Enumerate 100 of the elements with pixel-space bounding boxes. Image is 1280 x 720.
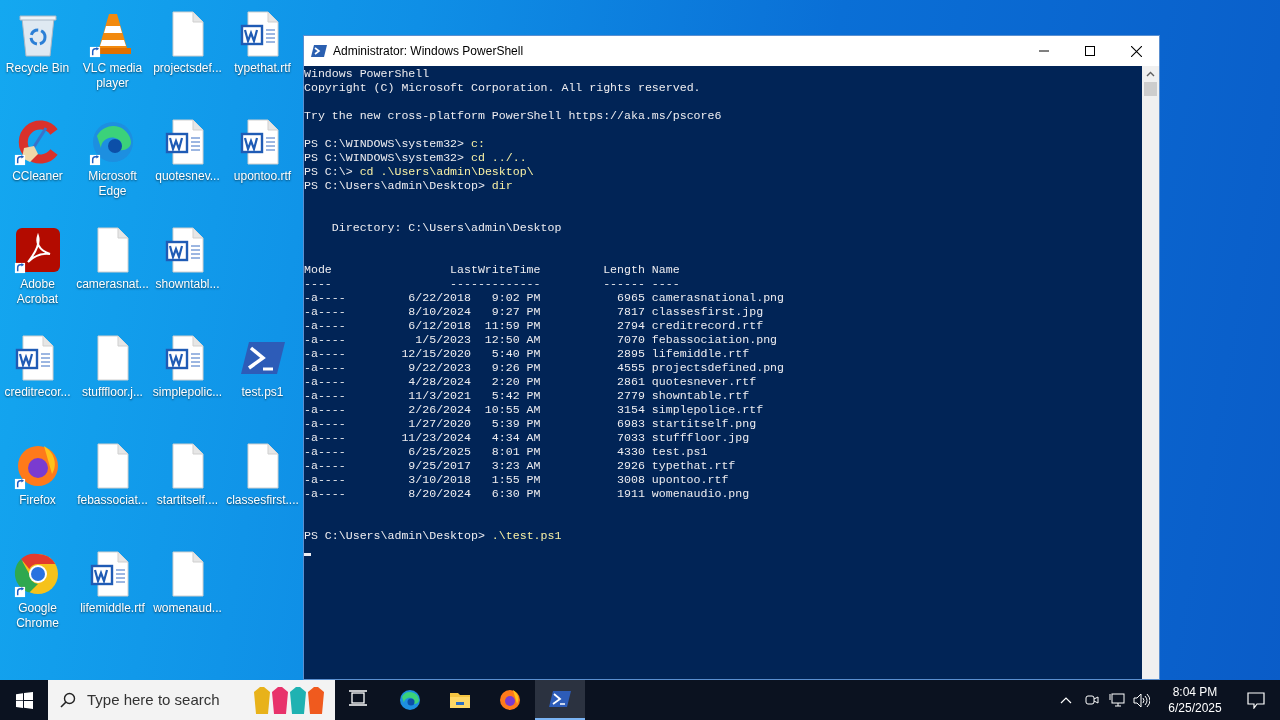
date-cell: 9/25/2017	[408, 459, 471, 472]
name-cell: quotesnever.rtf	[651, 375, 757, 388]
desktop-shortcut[interactable]: lifemiddle.rtf	[75, 546, 150, 654]
date-cell: 1/27/2020	[408, 417, 471, 430]
mode-cell: -a----	[304, 389, 346, 403]
camera-icon[interactable]	[1085, 693, 1099, 707]
desktop-shortcut[interactable]: camerasnat...	[75, 222, 150, 330]
network-icon[interactable]	[1109, 692, 1125, 708]
command-text: cd ../..	[471, 151, 527, 164]
desktop-shortcut[interactable]: Recycle Bin	[0, 6, 75, 114]
header-rule: ------	[603, 277, 645, 290]
console-text: Try the new cross-platform PowerShell https://aka.ms/pscore6	[304, 109, 722, 122]
prompt-text: PS C:\WINDOWS\system32>	[304, 151, 465, 164]
desktop-shortcut[interactable]: startitself....	[150, 438, 225, 546]
desktop-shortcut[interactable]: showntabl...	[150, 222, 225, 330]
length-cell: 6983	[617, 417, 645, 430]
time-cell: 5:42 PM	[491, 389, 541, 402]
volume-icon[interactable]	[1133, 692, 1150, 708]
name-cell: upontoo.rtf	[651, 473, 729, 486]
header-rule: -------------	[450, 277, 541, 290]
desktop-shortcut[interactable]: test.ps1	[225, 330, 300, 438]
clock-time[interactable]: 8:04 PM	[1172, 684, 1218, 700]
time-cell: 2:20 PM	[491, 375, 541, 388]
desktop-shortcut[interactable]: classesfirst....	[225, 438, 300, 546]
date-cell: 2/26/2024	[408, 403, 471, 416]
desktop-shortcut[interactable]: VLC media player	[75, 6, 150, 114]
cursor	[304, 553, 311, 556]
mode-cell: -a----	[304, 473, 346, 487]
desktop-shortcut[interactable]: quotesnev...	[150, 114, 225, 222]
name-cell: classesfirst.jpg	[651, 305, 764, 318]
desktop-shortcut[interactable]: simplepolic...	[150, 330, 225, 438]
date-cell: 6/22/2018	[408, 291, 471, 304]
taskbar-app-button[interactable]	[535, 680, 585, 720]
prompt-text: PS C:\>	[304, 165, 353, 178]
mode-cell: -a----	[304, 417, 346, 431]
desktop-shortcut[interactable]: creditrecor...	[0, 330, 75, 438]
maximize-icon	[1085, 46, 1095, 56]
mode-cell: -a----	[304, 319, 346, 333]
desktop-shortcut[interactable]: stufffloor.j...	[75, 330, 150, 438]
name-cell: simplepolice.rtf	[651, 403, 764, 416]
scroll-up-icon[interactable]	[1146, 70, 1155, 79]
mode-cell: -a----	[304, 333, 346, 347]
date-cell: 4/28/2024	[408, 375, 471, 388]
desktop-shortcut[interactable]: febassociat...	[75, 438, 150, 546]
desktop-shortcut[interactable]: Firefox	[0, 438, 75, 546]
date-cell: 11/3/2021	[408, 389, 471, 402]
desktop-shortcut[interactable]: upontoo.rtf	[225, 114, 300, 222]
column-header: Mode	[304, 263, 333, 277]
length-cell: 1911	[617, 487, 645, 500]
console-text: Windows PowerShell	[304, 67, 430, 80]
window-title: Administrator: Windows PowerShell	[333, 43, 524, 60]
firefox-icon	[498, 688, 522, 712]
desktop-shortcut[interactable]: Adobe Acrobat	[0, 222, 75, 330]
prompt-text: PS C:\Users\admin\Desktop>	[304, 179, 485, 192]
chevron-up-icon[interactable]	[1060, 696, 1072, 704]
desktop-shortcut[interactable]: projectsdef...	[150, 6, 225, 114]
mode-cell: -a----	[304, 403, 346, 417]
command-text: cd .\Users\admin\Desktop\	[359, 165, 534, 178]
search-bar[interactable]: Type here to search	[48, 680, 335, 720]
scroll-thumb[interactable]	[1144, 82, 1157, 96]
search-field[interactable]: Type here to search	[87, 688, 252, 712]
clock-date[interactable]: 6/25/2025	[1168, 700, 1222, 716]
date-cell: 11/23/2024	[401, 431, 471, 444]
length-cell: 6965	[617, 291, 645, 304]
time-cell: 8:01 PM	[491, 445, 541, 458]
time-cell: 10:55 AM	[484, 403, 541, 416]
length-cell: 2861	[617, 375, 645, 388]
desktop-shortcut[interactable]: Microsoft Edge	[75, 114, 150, 222]
desktop-shortcut[interactable]: Google Chrome	[0, 546, 75, 654]
mode-cell: -a----	[304, 431, 346, 445]
name-cell: typethat.rtf	[651, 459, 736, 472]
name-cell: startitself.png	[651, 417, 757, 430]
header-rule: ----	[651, 277, 680, 290]
date-cell: 12/15/2020	[401, 347, 471, 360]
mode-cell: -a----	[304, 459, 346, 473]
name-cell: creditrecord.rtf	[651, 319, 764, 332]
search-icon	[60, 692, 76, 708]
name-cell: womenaudio.png	[651, 487, 750, 500]
desktop-shortcut[interactable]: womenaud...	[150, 546, 225, 654]
time-cell: 5:39 PM	[491, 417, 541, 430]
scrollbar[interactable]	[1142, 66, 1159, 679]
speech-bubble-icon	[1247, 691, 1265, 709]
console-text: Copyright (C) Microsoft Corporation. All rights reserved.	[304, 81, 701, 94]
time-cell: 11:59 PM	[484, 319, 541, 332]
close-icon	[1130, 45, 1142, 57]
column-header: Name	[651, 263, 680, 276]
desktop-shortcut[interactable]: CCleaner	[0, 114, 75, 222]
date-cell: 9/22/2023	[408, 361, 471, 374]
pdf-icon	[13, 226, 62, 274]
time-cell: 1:55 PM	[491, 473, 541, 486]
name-cell: stufffloor.jpg	[651, 431, 750, 444]
length-cell: 4330	[617, 445, 645, 458]
mode-cell: -a----	[304, 487, 346, 501]
mode-cell: -a----	[304, 347, 346, 361]
time-cell: 6:30 PM	[491, 487, 541, 500]
length-cell: 3008	[617, 473, 645, 486]
length-cell: 4555	[617, 361, 645, 374]
desktop-shortcut[interactable]: typethat.rtf	[225, 6, 300, 114]
date-cell: 6/25/2025	[408, 445, 471, 458]
length-cell: 2794	[617, 319, 645, 332]
